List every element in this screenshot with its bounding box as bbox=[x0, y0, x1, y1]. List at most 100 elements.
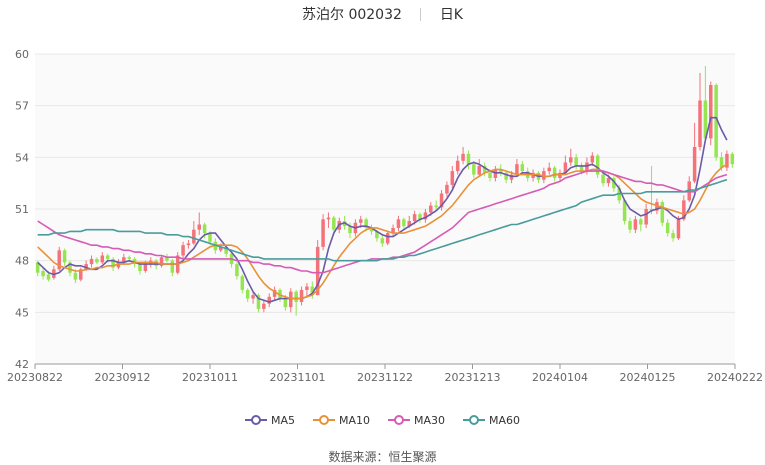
candle-body bbox=[100, 255, 105, 263]
candle-body bbox=[665, 222, 670, 234]
candle-body bbox=[698, 100, 702, 147]
legend-label: MA60 bbox=[489, 413, 521, 427]
legend-item-ma10[interactable]: MA10 bbox=[312, 413, 370, 427]
candle-body bbox=[62, 250, 67, 263]
source-value: 恒生聚源 bbox=[388, 450, 437, 464]
candle-body bbox=[385, 233, 390, 244]
candle-body bbox=[455, 160, 460, 172]
candle-body bbox=[515, 164, 519, 175]
candle-body bbox=[730, 153, 735, 165]
candle-body bbox=[181, 245, 185, 256]
candle-body bbox=[197, 224, 201, 230]
x-tick-label: 20230912 bbox=[95, 371, 151, 384]
candle-body bbox=[235, 264, 239, 277]
candle-body bbox=[472, 164, 476, 175]
legend-label: MA10 bbox=[338, 413, 370, 427]
legend-label: MA5 bbox=[270, 413, 295, 427]
candle-body bbox=[493, 169, 498, 178]
legend-swatch bbox=[312, 415, 335, 425]
candle-body bbox=[450, 171, 455, 185]
candle-body bbox=[477, 165, 481, 175]
candle-body bbox=[639, 219, 643, 225]
x-tick-label: 20240104 bbox=[532, 371, 588, 384]
candle-body bbox=[186, 243, 191, 246]
candle-body bbox=[283, 298, 288, 308]
candle-body bbox=[208, 233, 212, 242]
y-tick-label: 48 bbox=[15, 255, 29, 268]
candle-body bbox=[170, 260, 175, 273]
candle-body bbox=[402, 219, 406, 227]
candle-body bbox=[644, 209, 648, 225]
candle-body bbox=[692, 147, 697, 182]
candle-body bbox=[628, 221, 632, 230]
candle-body bbox=[143, 264, 148, 271]
y-tick-label: 60 bbox=[15, 48, 29, 61]
candle-body bbox=[601, 174, 605, 184]
candle-body bbox=[569, 157, 573, 163]
x-tick-label: 20231011 bbox=[182, 371, 238, 384]
candle-body bbox=[240, 276, 245, 290]
candle-body bbox=[429, 205, 433, 213]
candle-body bbox=[46, 274, 51, 280]
candle-body bbox=[305, 286, 309, 290]
candle-body bbox=[709, 85, 713, 139]
candle-body bbox=[606, 178, 611, 184]
candle-body bbox=[520, 164, 525, 172]
x-tick-label: 20230822 bbox=[7, 371, 63, 384]
x-tick-label: 20231213 bbox=[445, 371, 501, 384]
candle-body bbox=[321, 219, 325, 247]
candle-body bbox=[294, 291, 298, 302]
candle-body bbox=[105, 255, 110, 259]
legend-item-ma5[interactable]: MA5 bbox=[244, 413, 295, 427]
candle-body bbox=[89, 258, 94, 265]
chart-legend: MA5 MA10 MA30 MA60 bbox=[0, 410, 765, 430]
candle-body bbox=[289, 291, 293, 308]
candle-body bbox=[574, 157, 578, 166]
candle-body bbox=[412, 214, 417, 222]
candle-body bbox=[445, 184, 449, 194]
candle-body bbox=[262, 303, 266, 309]
candle-body bbox=[380, 238, 385, 244]
candle-body bbox=[434, 205, 438, 208]
legend-label: MA30 bbox=[414, 413, 446, 427]
candle-body bbox=[251, 295, 255, 299]
candle-body bbox=[138, 264, 142, 271]
x-tick-label: 20231122 bbox=[357, 371, 413, 384]
candle-body bbox=[552, 167, 557, 178]
candle-body bbox=[332, 217, 336, 230]
candle-body bbox=[192, 229, 196, 244]
candle-body bbox=[660, 202, 665, 223]
candle-body bbox=[95, 258, 99, 263]
candle-body bbox=[676, 219, 681, 239]
candle-body bbox=[396, 219, 401, 228]
candle-body bbox=[671, 233, 675, 239]
legend-swatch bbox=[463, 415, 486, 425]
candle-body bbox=[585, 162, 589, 172]
y-tick-label: 42 bbox=[15, 358, 29, 371]
candle-body bbox=[466, 153, 471, 165]
source-label: 数据来源： bbox=[328, 450, 389, 464]
y-tick-label: 51 bbox=[15, 203, 29, 216]
legend-item-ma60[interactable]: MA60 bbox=[463, 414, 520, 427]
y-tick-label: 45 bbox=[15, 306, 29, 319]
legend-swatch bbox=[388, 415, 410, 425]
kline-chart: 42 45 48 51 54 57 60 20230822 20230912 20231011 20… bbox=[7, 48, 763, 384]
candle-body bbox=[547, 167, 551, 172]
legend-item-ma30[interactable]: MA30 bbox=[388, 414, 445, 427]
legend-swatch bbox=[244, 415, 267, 425]
candle-body bbox=[590, 155, 595, 163]
data-source: 数据来源：恒生聚源 bbox=[0, 448, 765, 465]
y-tick-label: 54 bbox=[15, 151, 29, 164]
candle-body bbox=[73, 272, 78, 280]
candle-body bbox=[245, 289, 250, 299]
candle-body bbox=[41, 271, 45, 277]
candle-body bbox=[359, 219, 363, 223]
x-tick-label: 20240125 bbox=[620, 371, 676, 384]
candle-body bbox=[633, 219, 638, 230]
candle-body bbox=[202, 224, 207, 234]
x-tick-label: 20231101 bbox=[270, 371, 326, 384]
candle-body bbox=[127, 257, 131, 259]
x-tick-label: 20240222 bbox=[707, 371, 763, 384]
candle-body bbox=[326, 217, 331, 220]
candle-body bbox=[299, 289, 304, 302]
